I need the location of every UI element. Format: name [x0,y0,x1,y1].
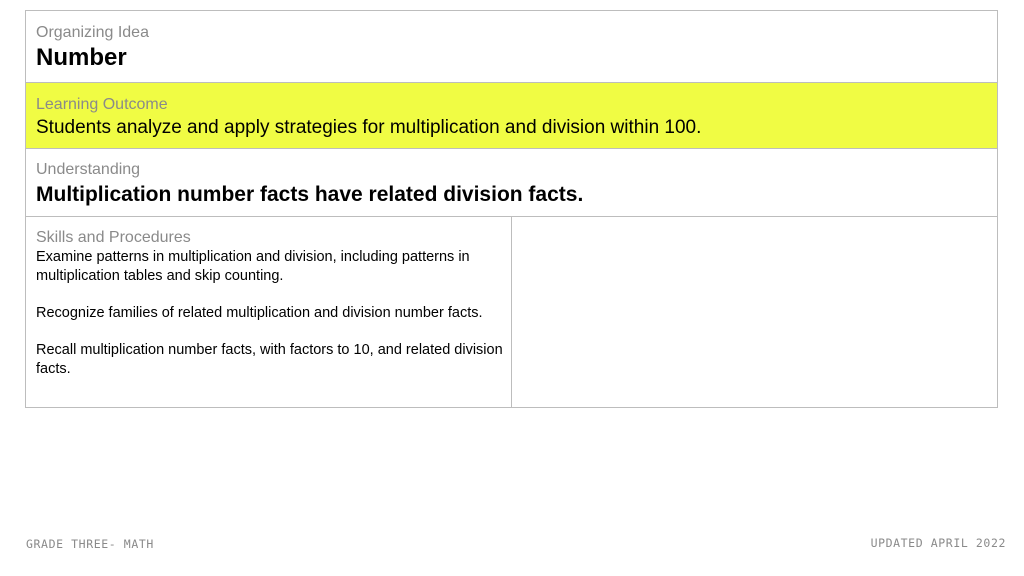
understanding-label: Understanding [36,161,141,178]
learning-outcome-row: Learning Outcome Students analyze and ap… [26,83,997,149]
empty-cell [512,217,997,407]
skills-cell: Skills and Procedures Examine patterns i… [26,217,512,407]
footer-updated: UPDATED APRIL 2022 [870,536,1006,550]
learning-outcome-label: Learning Outcome [36,96,168,113]
outcome-table: Organizing Idea Number Learning Outcome … [25,10,998,408]
skill-item: Examine patterns in multiplication and d… [36,249,470,284]
organizing-idea-value: Number [36,44,127,71]
learning-outcome-value: Students analyze and apply strategies fo… [36,117,702,138]
footer-grade: GRADE THREE- MATH [26,537,154,551]
skills-row: Skills and Procedures Examine patterns i… [26,217,997,407]
skill-item: Recall multiplication number facts, with… [36,342,503,377]
understanding-value: Multiplication number facts have related… [36,183,584,206]
skill-item: Recognize families of related multiplica… [36,305,483,321]
skills-label: Skills and Procedures [36,229,191,246]
organizing-idea-row: Organizing Idea Number [26,11,997,83]
organizing-idea-label: Organizing Idea [36,24,149,41]
understanding-row: Understanding Multiplication number fact… [26,149,997,217]
